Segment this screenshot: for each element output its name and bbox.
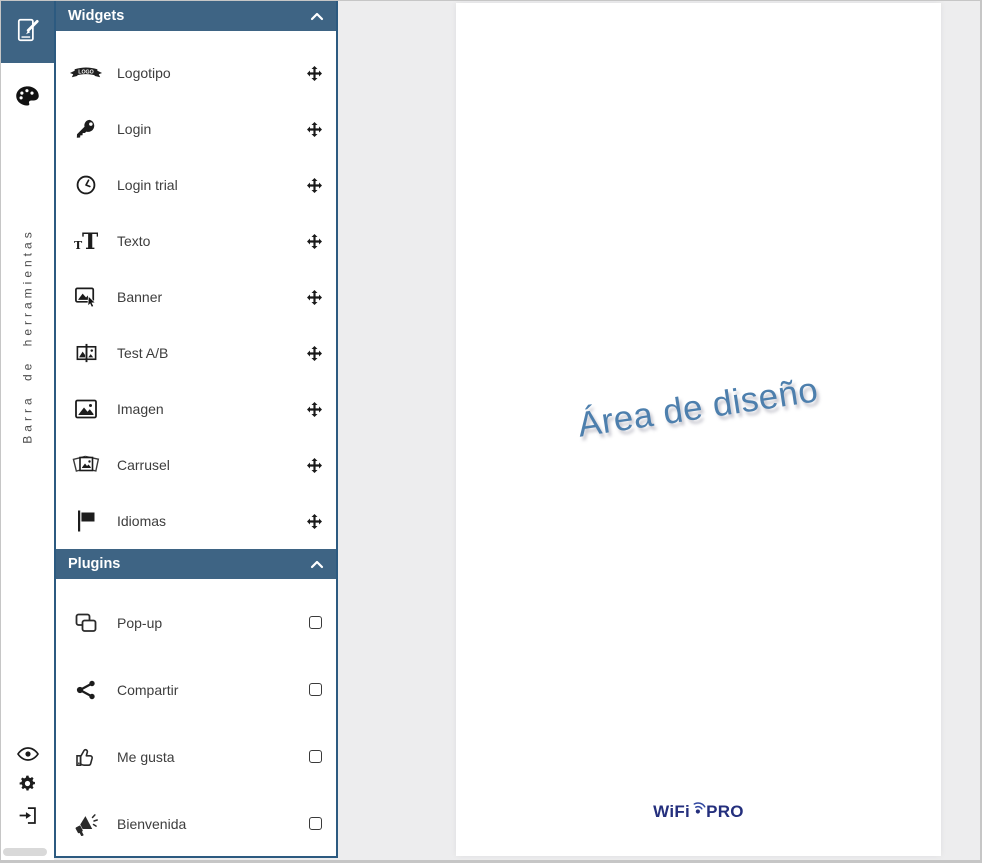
move-arrows-icon[interactable] bbox=[307, 345, 322, 361]
svg-text:T: T bbox=[82, 230, 98, 253]
svg-text:T: T bbox=[74, 239, 83, 252]
theme-palette-button[interactable] bbox=[1, 83, 54, 115]
banner-cursor-icon bbox=[68, 285, 104, 309]
plugin-item-compartir[interactable]: Compartir bbox=[56, 656, 336, 723]
move-arrows-icon[interactable] bbox=[307, 513, 322, 529]
components-panel: Widgets LOGO Logotipo Login Login trial … bbox=[54, 1, 338, 858]
widget-item-login-trial[interactable]: Login trial bbox=[56, 157, 336, 213]
clock-icon bbox=[68, 174, 104, 196]
chevron-up-icon[interactable] bbox=[310, 11, 324, 21]
wifi-pro-logo[interactable]: WiFi PRO bbox=[456, 798, 941, 820]
widget-item-logotipo[interactable]: LOGO Logotipo bbox=[56, 45, 336, 101]
popup-windows-icon bbox=[68, 612, 104, 634]
thumbs-up-icon bbox=[68, 745, 104, 769]
plugin-checkbox[interactable] bbox=[309, 750, 322, 763]
eye-icon bbox=[16, 747, 39, 761]
design-canvas[interactable]: Área de diseño WiFi PRO bbox=[456, 3, 941, 856]
design-area-watermark: Área de diseño bbox=[575, 370, 821, 445]
preview-button[interactable] bbox=[16, 746, 40, 762]
widgets-section-title: Widgets bbox=[68, 8, 125, 24]
widget-item-label: Texto bbox=[117, 233, 151, 249]
palette-icon bbox=[14, 83, 41, 115]
toolbar-strip: Barra de herramientas bbox=[1, 1, 54, 860]
design-mode-button[interactable] bbox=[1, 1, 54, 63]
plugin-item-popup[interactable]: Pop-up bbox=[56, 589, 336, 656]
toolbar-bottom-actions bbox=[1, 746, 54, 826]
widget-item-label: Login bbox=[117, 121, 152, 137]
move-arrows-icon[interactable] bbox=[307, 401, 322, 417]
flag-icon bbox=[68, 509, 104, 533]
split-image-icon bbox=[68, 342, 104, 365]
tablet-edit-icon bbox=[15, 17, 41, 48]
plugin-checkbox[interactable] bbox=[309, 683, 322, 696]
widget-item-label: Test A/B bbox=[117, 345, 169, 361]
plugin-item-label: Bienvenida bbox=[117, 815, 187, 832]
chevron-up-icon[interactable] bbox=[310, 559, 324, 569]
megaphone-icon bbox=[68, 812, 104, 836]
svg-text:LOGO: LOGO bbox=[78, 69, 94, 75]
plugin-checkbox[interactable] bbox=[309, 616, 322, 629]
widget-item-login[interactable]: Login bbox=[56, 101, 336, 157]
wifi-dot-icon bbox=[690, 798, 706, 820]
widgets-list: LOGO Logotipo Login Login trial T T Text… bbox=[56, 31, 336, 549]
logout-button[interactable] bbox=[17, 805, 38, 826]
widget-item-label: Carrusel bbox=[117, 457, 170, 473]
gear-icon bbox=[19, 775, 35, 791]
widget-item-imagen[interactable]: Imagen bbox=[56, 381, 336, 437]
logo-text-prefix: WiFi bbox=[653, 802, 691, 821]
toolbar-vertical-title: Barra de herramientas bbox=[1, 181, 54, 491]
move-arrows-icon[interactable] bbox=[307, 121, 322, 137]
widget-item-label: Banner bbox=[117, 289, 163, 305]
move-arrows-icon[interactable] bbox=[307, 65, 322, 81]
widget-item-carrusel[interactable]: Carrusel bbox=[56, 437, 336, 493]
settings-button[interactable] bbox=[17, 773, 38, 794]
text-icon: T T bbox=[68, 230, 104, 253]
toolbar-vertical-title-text: Barra de herramientas bbox=[20, 228, 35, 444]
widget-item-label: Imagen bbox=[117, 401, 164, 417]
share-nodes-icon bbox=[68, 678, 104, 702]
plugin-item-label: Pop-up bbox=[117, 614, 163, 631]
photo-stack-icon bbox=[68, 453, 104, 477]
image-icon bbox=[68, 398, 104, 420]
widget-item-texto[interactable]: T T Texto bbox=[56, 213, 336, 269]
toolbar-scrollbar[interactable] bbox=[3, 848, 47, 856]
plugins-section-title: Plugins bbox=[68, 556, 121, 572]
plugin-item-me-gusta[interactable]: Me gusta bbox=[56, 723, 336, 790]
widget-item-test-ab[interactable]: Test A/B bbox=[56, 325, 336, 381]
logo-ribbon-icon: LOGO bbox=[68, 64, 104, 83]
plugin-checkbox[interactable] bbox=[309, 817, 322, 830]
key-icon bbox=[68, 118, 104, 140]
plugins-section-header[interactable]: Plugins bbox=[56, 549, 336, 579]
widget-item-idiomas[interactable]: Idiomas bbox=[56, 493, 336, 549]
plugin-item-bienvenida[interactable]: Bienvenida bbox=[56, 790, 336, 856]
widget-item-banner[interactable]: Banner bbox=[56, 269, 336, 325]
widgets-section-header[interactable]: Widgets bbox=[56, 1, 336, 31]
widget-item-label: Login trial bbox=[117, 177, 178, 193]
plugins-list: Pop-up Compartir Me gusta Bienvenida bbox=[56, 579, 336, 856]
move-arrows-icon[interactable] bbox=[307, 177, 322, 193]
plugin-item-label: Compartir bbox=[117, 681, 179, 698]
sign-out-icon bbox=[19, 807, 36, 824]
move-arrows-icon[interactable] bbox=[307, 289, 322, 305]
editor-window: Barra de herramientas Widgets LOGO Logot… bbox=[0, 0, 982, 863]
move-arrows-icon[interactable] bbox=[307, 457, 322, 473]
move-arrows-icon[interactable] bbox=[307, 233, 322, 249]
widget-item-label: Logotipo bbox=[117, 65, 171, 81]
widget-item-label: Idiomas bbox=[117, 513, 167, 529]
logo-text-suffix: PRO bbox=[706, 802, 744, 821]
plugin-item-label: Me gusta bbox=[117, 748, 175, 765]
